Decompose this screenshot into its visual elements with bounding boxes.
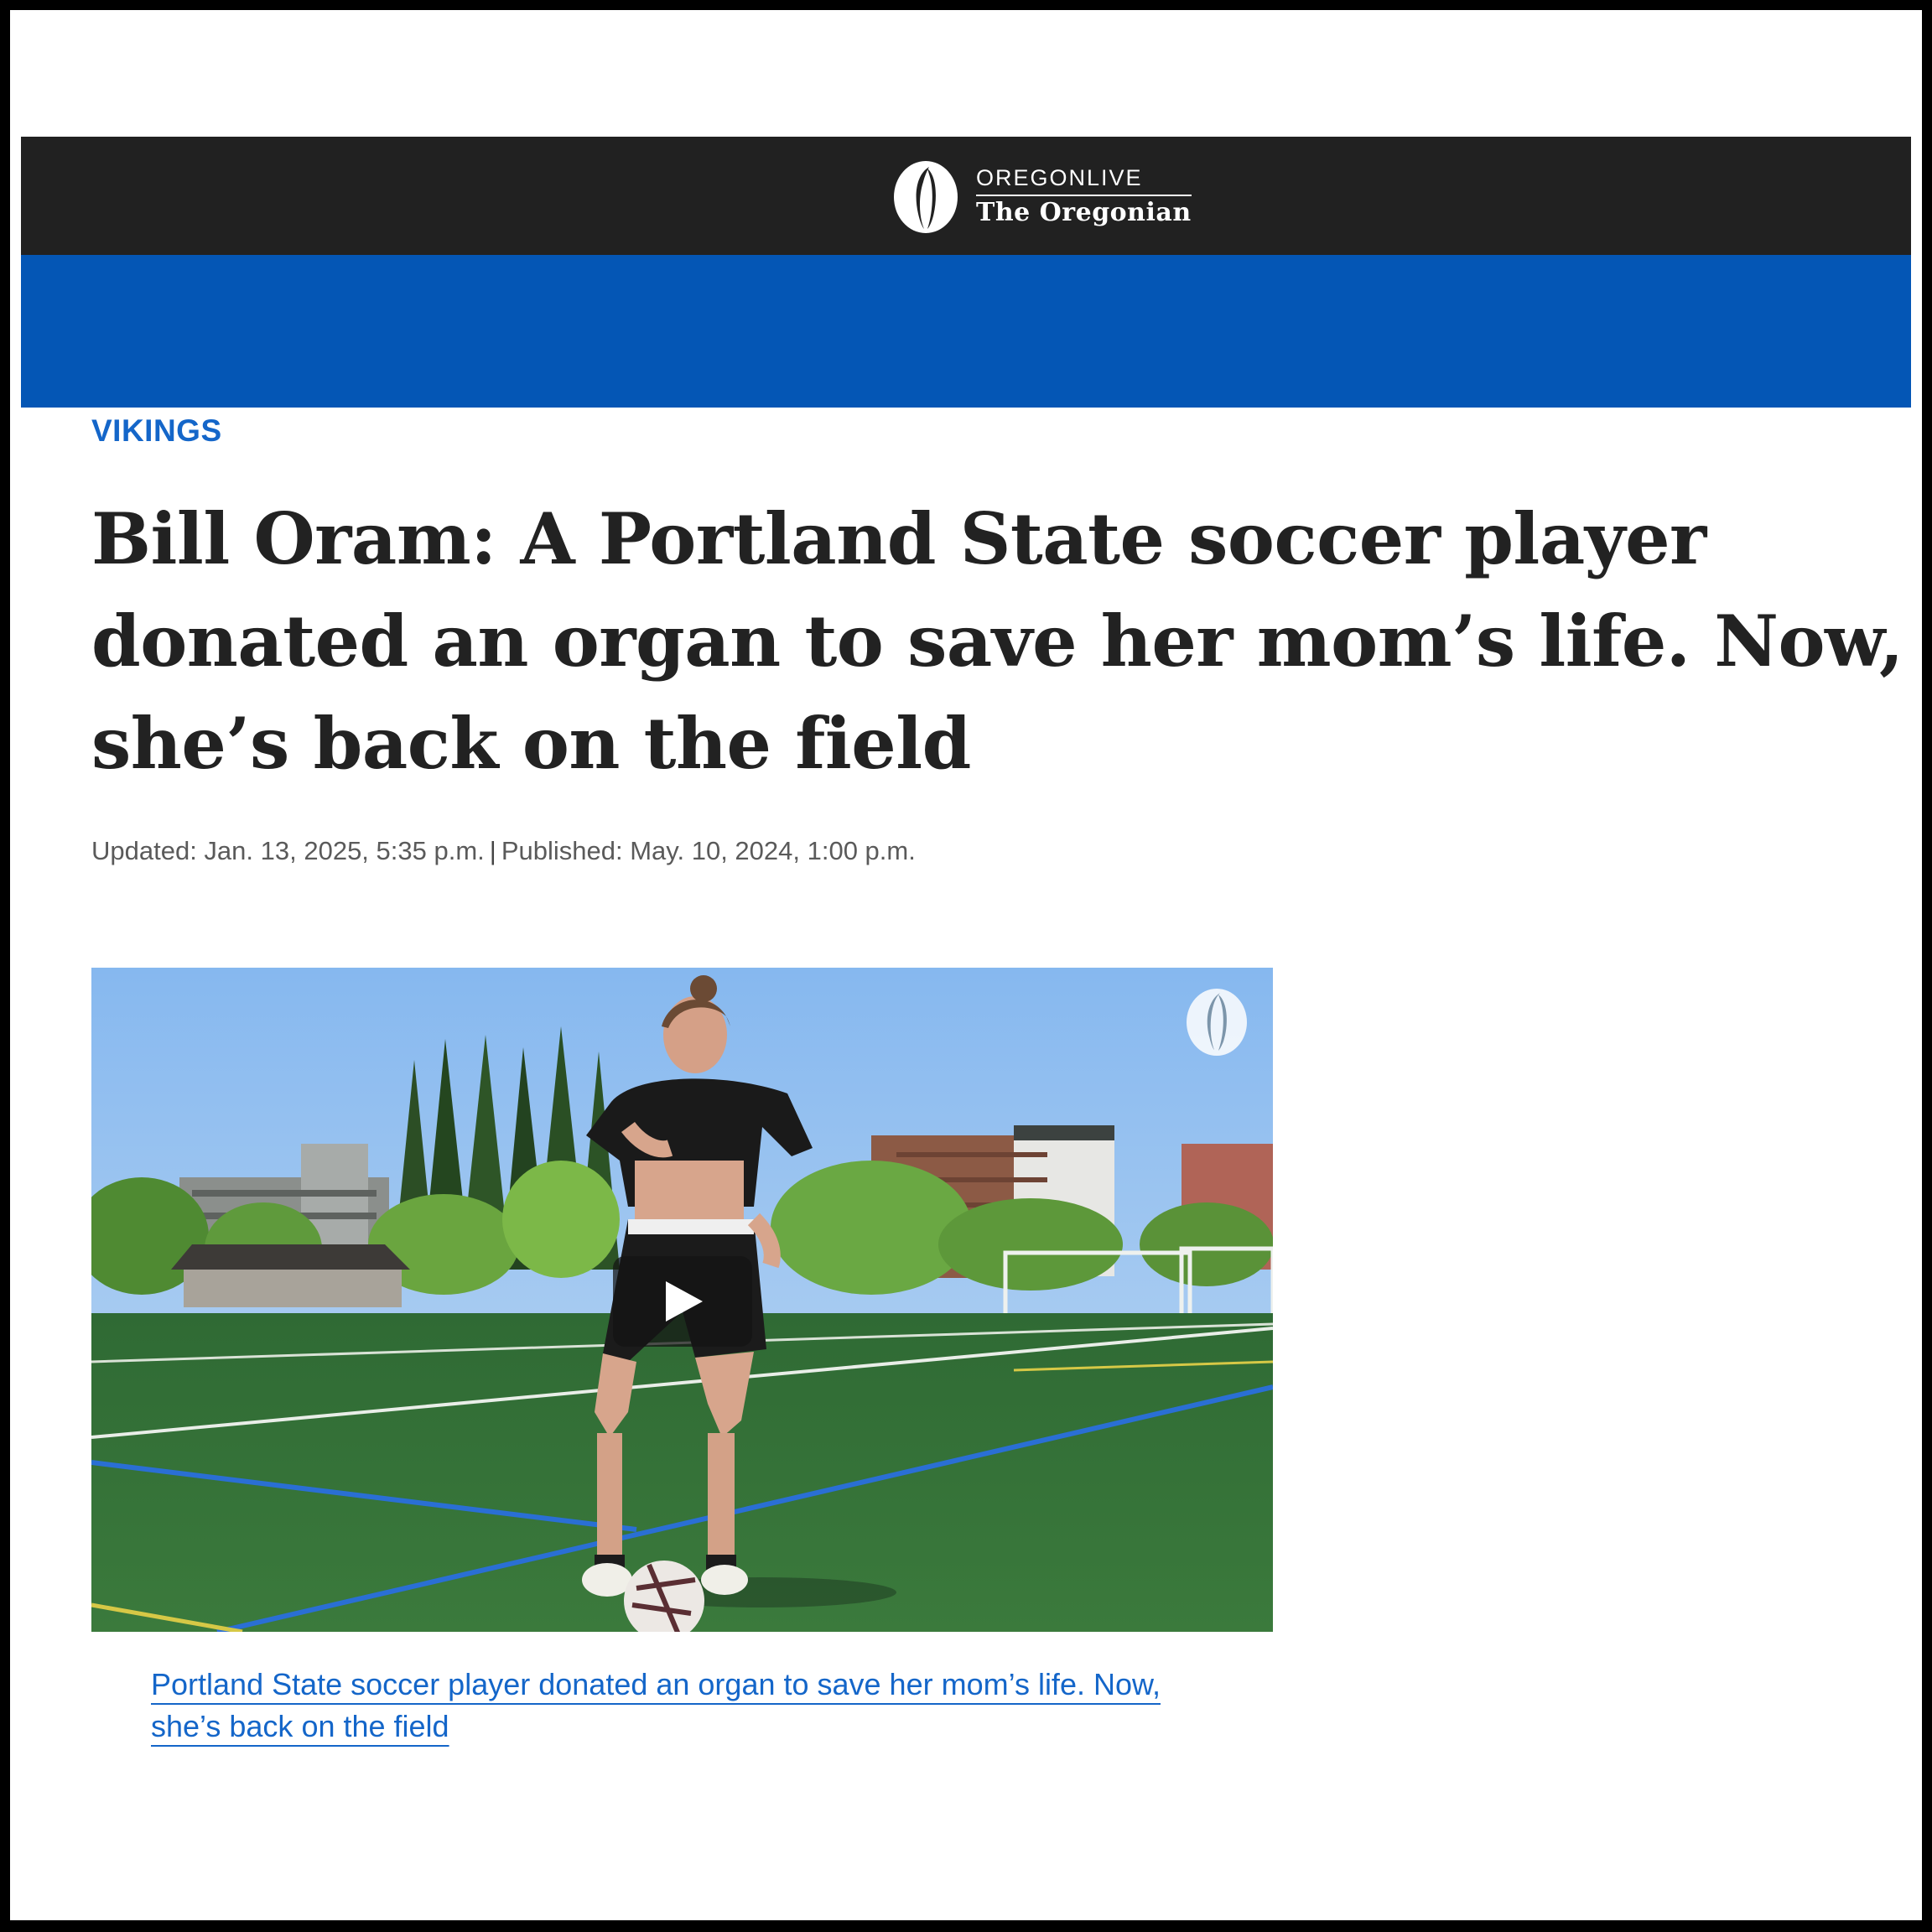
- play-icon: [666, 1281, 703, 1322]
- timestamp-separator: |: [489, 836, 496, 865]
- oregonian-o-watermark-icon: [1187, 989, 1247, 1056]
- page: OREGONLIVE The Oregonian VIKINGS Bill Or…: [10, 10, 1922, 1920]
- site-logo[interactable]: OREGONLIVE The Oregonian: [891, 158, 1192, 236]
- section-label[interactable]: VIKINGS: [91, 410, 222, 452]
- logo-wordmark-top: OREGONLIVE: [976, 164, 1192, 196]
- article-timestamps: Updated: Jan. 13, 2025, 5:35 p.m. | Publis…: [91, 832, 916, 870]
- video-caption-link[interactable]: Portland State soccer player donated an …: [151, 1664, 1199, 1748]
- article-headline: Bill Oram: A Portland State soccer playe…: [91, 497, 1903, 785]
- ad-banner-band: [21, 255, 1911, 408]
- video-caption-text[interactable]: Portland State soccer player donated an …: [151, 1667, 1161, 1743]
- published-date: Published: May. 10, 2024, 1:00 p.m.: [501, 836, 916, 865]
- oregonian-o-logo-icon: [894, 161, 958, 233]
- play-button[interactable]: [613, 1256, 752, 1347]
- site-header-bar: OREGONLIVE The Oregonian: [21, 137, 1911, 255]
- updated-date: Updated: Jan. 13, 2025, 5:35 p.m.: [91, 836, 485, 865]
- logo-wordmark-bottom: The Oregonian: [976, 198, 1192, 227]
- video-player[interactable]: [91, 968, 1273, 1632]
